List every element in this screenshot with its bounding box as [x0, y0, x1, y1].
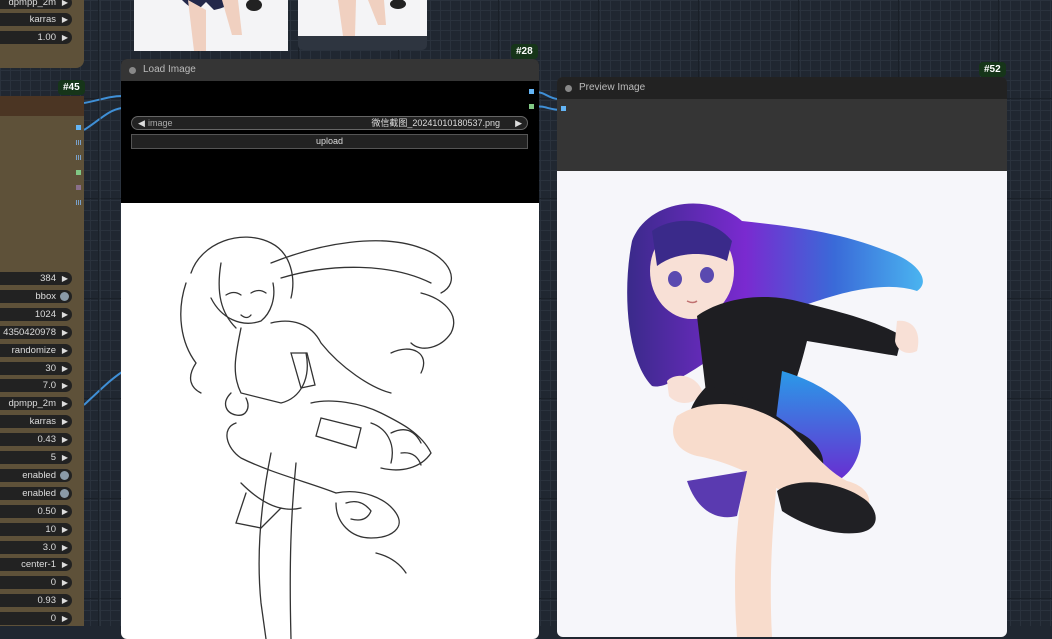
right-arrow-icon[interactable]: ▶ [62, 451, 68, 464]
detailer-widget[interactable]: center-1 ▶ [0, 558, 72, 572]
right-arrow-icon[interactable]: ▶ [62, 379, 68, 392]
preview-image-title: Preview Image [579, 82, 646, 93]
denoise-widget[interactable]: 1.00 ▶ [0, 31, 72, 44]
widget-value: randomize [11, 344, 56, 356]
toggle-icon[interactable] [60, 291, 69, 301]
widget-value: 0.93 [37, 595, 57, 607]
right-arrow-icon[interactable]: ▶ [62, 397, 68, 410]
right-arrow-icon[interactable]: ▶ [62, 558, 68, 571]
right-arrow-icon[interactable]: ▶ [62, 362, 68, 375]
scheduler-widget[interactable]: karras ▶ [0, 13, 72, 26]
input-socket-images[interactable] [561, 106, 566, 111]
right-arrow-icon[interactable]: ▶ [62, 272, 68, 285]
image-combo-label: image [148, 118, 173, 128]
load-image-title-bar[interactable]: Load Image [121, 59, 539, 81]
image-combo-value: 微信截图_20241010180537.png [371, 118, 500, 128]
right-arrow-icon[interactable]: ▶ [62, 594, 68, 607]
detailer-widget[interactable]: 10 ▶ [0, 522, 72, 536]
thumbnail-footer [298, 36, 427, 50]
preview-image-node[interactable]: Preview Image [557, 77, 1007, 637]
detailer-widget[interactable]: 0 ▶ [0, 612, 72, 626]
right-arrow-icon[interactable]: ▶ [62, 576, 68, 589]
node-badge-45: #45 [58, 80, 85, 95]
right-arrow-icon[interactable]: ▶ [62, 308, 68, 321]
right-arrow-icon[interactable]: ▶ [62, 326, 68, 339]
right-arrow-icon[interactable]: ▶ [62, 31, 68, 44]
widget-value: 1024 [34, 308, 56, 320]
load-image-node[interactable]: Load Image ◀ image 微信截图_20241010180537.p… [121, 59, 539, 639]
output-socket-mask[interactable] [529, 104, 534, 109]
widget-value: 0.43 [37, 434, 57, 446]
collapse-dot-icon[interactable] [565, 85, 572, 92]
thumbnail-output-2[interactable] [298, 0, 427, 36]
detailer-widget[interactable]: karras ▶ [0, 415, 72, 429]
image-select-combo[interactable]: ◀ image 微信截图_20241010180537.png ▶ [131, 116, 528, 130]
right-arrow-icon[interactable]: ▶ [62, 0, 68, 9]
input-socket[interactable] [76, 140, 81, 145]
loaded-image-sketch [121, 203, 539, 639]
input-socket-mask[interactable] [76, 170, 81, 175]
detailer-widget[interactable]: enabled [0, 468, 72, 482]
widget-value: 5 [50, 452, 56, 463]
detailer-widget[interactable]: 0 ▶ [0, 576, 72, 590]
toggle-icon[interactable] [60, 488, 69, 498]
input-socket[interactable] [76, 185, 81, 190]
detailer-widget[interactable]: randomize ▶ [0, 343, 72, 357]
right-arrow-icon[interactable]: ▶ [62, 344, 68, 357]
right-arrow-icon[interactable]: ▶ [62, 612, 68, 625]
detailer-widget[interactable]: 7.0 ▶ [0, 379, 72, 393]
widget-value: 0 [50, 577, 56, 589]
sampler-name-widget[interactable]: dpmpp_2m ▶ [0, 0, 72, 9]
detailer-widget[interactable]: 0.43 ▶ [0, 433, 72, 447]
detailer-widget[interactable]: 3.0 ▶ [0, 540, 72, 554]
widget-value: 3.0 [42, 541, 56, 553]
right-arrow-icon[interactable]: ▶ [62, 13, 68, 26]
widget-value: 30 [45, 362, 56, 374]
detailer-widget[interactable]: dpmpp_2m ▶ [0, 397, 72, 411]
widget-value: karras [29, 416, 56, 428]
detailer-widget[interactable]: 4350420978 ▶ [0, 325, 72, 339]
sampler-node-top[interactable]: dpmpp_2m ▶ karras ▶ 1.00 ▶ [0, 0, 84, 68]
right-arrow-icon[interactable]: ▶ [62, 541, 68, 554]
toggle-icon[interactable] [60, 470, 69, 480]
widget-value: dpmpp_2m [8, 398, 56, 410]
left-arrow-icon[interactable]: ◀ [138, 117, 145, 129]
widget-value: 0.50 [37, 505, 57, 517]
widget-value: 10 [45, 523, 56, 535]
node-badge-52: #52 [979, 62, 1006, 77]
widget-value: center-1 [21, 559, 56, 571]
thumbnail-output-1[interactable] [134, 0, 288, 51]
load-image-title: Load Image [143, 64, 196, 75]
detailer-widget[interactable]: 0.50 ▶ [0, 504, 72, 518]
widget-value: 7.0 [42, 380, 56, 392]
right-arrow-icon[interactable]: ▶ [62, 523, 68, 536]
right-arrow-icon[interactable]: ▶ [515, 117, 522, 129]
preview-image-title-bar[interactable]: Preview Image [557, 77, 1007, 99]
detailer-widget[interactable]: 5 ▶ [0, 451, 72, 464]
right-arrow-icon[interactable]: ▶ [62, 505, 68, 518]
widget-value: 384 [40, 273, 56, 284]
detailer-widget[interactable]: enabled [0, 486, 72, 500]
right-arrow-icon[interactable]: ▶ [62, 415, 68, 428]
detailer-widget[interactable]: 0.93 ▶ [0, 594, 72, 608]
detailer-widget[interactable]: 30 ▶ [0, 361, 72, 375]
widget-value: enabled [22, 487, 56, 499]
upload-button[interactable]: upload [131, 134, 528, 149]
widget-value: enabled [22, 469, 56, 481]
input-socket[interactable] [76, 155, 81, 160]
output-socket-image[interactable] [529, 89, 534, 94]
widget-value: bbox [35, 290, 56, 302]
input-socket-image[interactable] [76, 125, 81, 130]
right-arrow-icon[interactable]: ▶ [62, 433, 68, 446]
detailer-widget[interactable]: bbox [0, 289, 72, 303]
node-title-bar[interactable] [0, 96, 84, 116]
node-badge-28: #28 [511, 44, 538, 59]
input-socket[interactable] [76, 200, 81, 205]
widget-value: 0 [50, 613, 56, 625]
preview-image-result [557, 171, 1007, 637]
collapse-dot-icon[interactable] [129, 67, 136, 74]
detailer-widget[interactable]: 1024 ▶ [0, 307, 72, 321]
widget-value: 4350420978 [3, 326, 56, 338]
detailer-widget[interactable]: 384 ▶ [0, 272, 72, 285]
